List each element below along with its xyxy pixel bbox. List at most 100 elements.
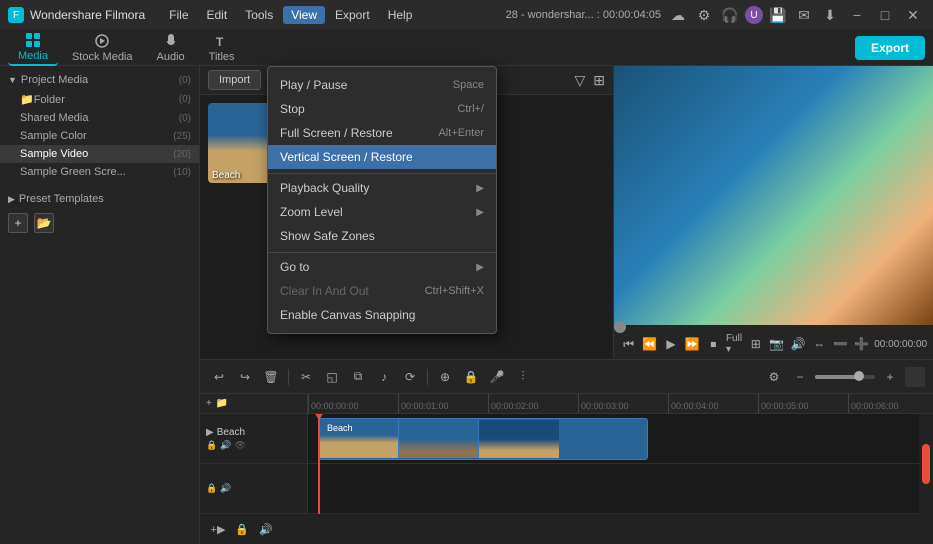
filter-icon[interactable]: ▽: [574, 72, 585, 89]
menu-export[interactable]: Export: [327, 6, 378, 24]
tab-media[interactable]: Media: [8, 30, 58, 66]
undo-button[interactable]: ↩: [208, 366, 230, 388]
zoom-out-timeline[interactable]: +: [879, 366, 901, 388]
timeline-playhead[interactable]: [318, 414, 320, 514]
shared-media-item[interactable]: Shared Media (0): [0, 109, 199, 127]
clip-thumbnail-2: [399, 420, 479, 458]
video-track-row: Beach: [308, 414, 919, 464]
menu-safe-zones[interactable]: Show Safe Zones: [268, 224, 496, 248]
progress-track[interactable]: [614, 325, 933, 329]
project-media-section: ▼ Project Media (0) 📁 Folder (0) Shared …: [0, 66, 199, 185]
menu-canvas-snapping[interactable]: Enable Canvas Snapping: [268, 303, 496, 327]
settings-icon[interactable]: ⚙: [693, 4, 715, 26]
minus-icon[interactable]: ➖: [832, 333, 849, 355]
step-back-icon[interactable]: ⏪: [641, 333, 658, 355]
export-button[interactable]: Export: [855, 36, 925, 60]
minimize-button[interactable]: −: [845, 3, 869, 27]
import-btn-small[interactable]: 📂: [34, 213, 54, 233]
close-button[interactable]: ✕: [901, 3, 925, 27]
separator-2: [427, 369, 428, 385]
skip-start-icon[interactable]: ⏮: [620, 333, 637, 355]
folder-item[interactable]: 📁 Folder (0): [0, 90, 199, 109]
menu-bar: File Edit Tools View Export Help: [161, 6, 500, 24]
add-track-btn[interactable]: +: [206, 398, 212, 409]
timeline-settings-icon[interactable]: ⚙: [763, 366, 785, 388]
timeline-bottom: +▶ 🔒 🔊: [200, 514, 933, 544]
sample-green-item[interactable]: Sample Green Scre... (10): [0, 163, 199, 181]
menu-edit[interactable]: Edit: [199, 6, 236, 24]
expand-icon[interactable]: ⇔: [811, 333, 828, 355]
audio-track-button[interactable]: ♪: [373, 366, 395, 388]
tab-audio[interactable]: Audio: [147, 31, 195, 65]
cut-button[interactable]: ✂: [295, 366, 317, 388]
avatar-icon[interactable]: U: [745, 6, 763, 24]
mute-btn[interactable]: 🔊: [256, 519, 276, 539]
maximize-button[interactable]: □: [873, 3, 897, 27]
timeline-end-marker: [905, 367, 925, 387]
add-video-track-btn[interactable]: +▶: [208, 519, 228, 539]
tab-stock-media[interactable]: Stock Media: [62, 31, 143, 65]
delete-button[interactable]: 🗑: [260, 366, 282, 388]
timeline-toolbar: ↩ ↪ 🗑 ✂ ◱ ⧉ ♪ ⟳ ⊕ 🔒 🎤 ⫶ ⚙ −: [200, 360, 933, 394]
preset-templates-section: ▶ Preset Templates + 📂: [0, 185, 199, 241]
stop-icon[interactable]: ⏹: [705, 333, 722, 355]
crop-button[interactable]: ◱: [321, 366, 343, 388]
lock-icon-track[interactable]: 🔒: [206, 440, 217, 451]
ruler-mark-1: 00:00:01:00: [398, 394, 488, 413]
ruler-mark-5: 00:00:05:00: [758, 394, 848, 413]
project-media-header[interactable]: ▼ Project Media (0): [0, 70, 199, 90]
menu-stop[interactable]: Stop Ctrl+/: [268, 97, 496, 121]
menu-playback-quality[interactable]: Playback Quality ▶: [268, 176, 496, 200]
new-folder-btn[interactable]: +: [8, 213, 28, 233]
eye-icon-track[interactable]: 👁: [234, 440, 245, 451]
sample-video-item[interactable]: Sample Video (20): [0, 145, 199, 163]
audio-icon[interactable]: 🔊: [790, 333, 807, 355]
ruler-mark-4: 00:00:04:00: [668, 394, 758, 413]
plus-icon[interactable]: ➕: [853, 333, 870, 355]
snapshot-icon[interactable]: 📷: [768, 333, 785, 355]
preset-templates-header[interactable]: ▶ Preset Templates: [0, 189, 199, 209]
import-button[interactable]: Import: [208, 70, 261, 90]
menu-fullscreen[interactable]: Full Screen / Restore Alt+Enter: [268, 121, 496, 145]
audio-track-row: [308, 464, 919, 514]
zoom-slider[interactable]: [815, 375, 875, 379]
lock-button[interactable]: 🔒: [460, 366, 482, 388]
menu-help[interactable]: Help: [380, 6, 421, 24]
step-forward-icon[interactable]: ⏩: [684, 333, 701, 355]
transform-button[interactable]: ⧉: [347, 366, 369, 388]
menu-goto[interactable]: Go to ▶: [268, 255, 496, 279]
zoom-in-timeline[interactable]: −: [789, 366, 811, 388]
menu-tools[interactable]: Tools: [237, 6, 281, 24]
zoom-label[interactable]: Full ▾: [726, 333, 743, 355]
mail-icon[interactable]: ✉: [793, 4, 815, 26]
save-icon[interactable]: 💾: [767, 4, 789, 26]
svg-text:T: T: [216, 35, 224, 49]
redo-button[interactable]: ↪: [234, 366, 256, 388]
timeline-ruler: 00:00:00:00 00:00:01:00 00:00:02:00 00:0…: [308, 394, 933, 413]
menu-zoom-level[interactable]: Zoom Level ▶: [268, 200, 496, 224]
speaker-icon-audio[interactable]: 🔊: [220, 483, 231, 494]
lock-icon-audio[interactable]: 🔒: [206, 483, 217, 494]
beach-clip[interactable]: Beach: [318, 418, 648, 460]
menu-view[interactable]: View: [283, 6, 325, 24]
screen-icon[interactable]: ⊞: [747, 333, 764, 355]
sample-color-item[interactable]: Sample Color (25): [0, 127, 199, 145]
split-button[interactable]: ⫶: [512, 366, 534, 388]
tab-titles[interactable]: T Titles: [199, 31, 245, 65]
menu-file[interactable]: File: [161, 6, 196, 24]
mic-button[interactable]: 🎤: [486, 366, 508, 388]
add-folder-track-btn[interactable]: 📁: [216, 398, 228, 409]
download-icon[interactable]: ⬇: [819, 4, 841, 26]
menu-vertical-screen[interactable]: Vertical Screen / Restore: [268, 145, 496, 169]
grid-icon[interactable]: ⊞: [593, 72, 605, 89]
add-audio-track-btn[interactable]: 🔒: [232, 519, 252, 539]
headset-icon[interactable]: 🎧: [719, 4, 741, 26]
cloud-icon[interactable]: ☁: [667, 4, 689, 26]
play-icon-track[interactable]: ▶: [206, 427, 214, 438]
timeline-scrollbar-right[interactable]: [919, 414, 933, 514]
speed-button[interactable]: ⟳: [399, 366, 421, 388]
snap-button[interactable]: ⊕: [434, 366, 456, 388]
speaker-icon-track[interactable]: 🔊: [220, 440, 231, 451]
play-icon[interactable]: ▶: [662, 333, 679, 355]
menu-play-pause[interactable]: Play / Pause Space: [268, 73, 496, 97]
